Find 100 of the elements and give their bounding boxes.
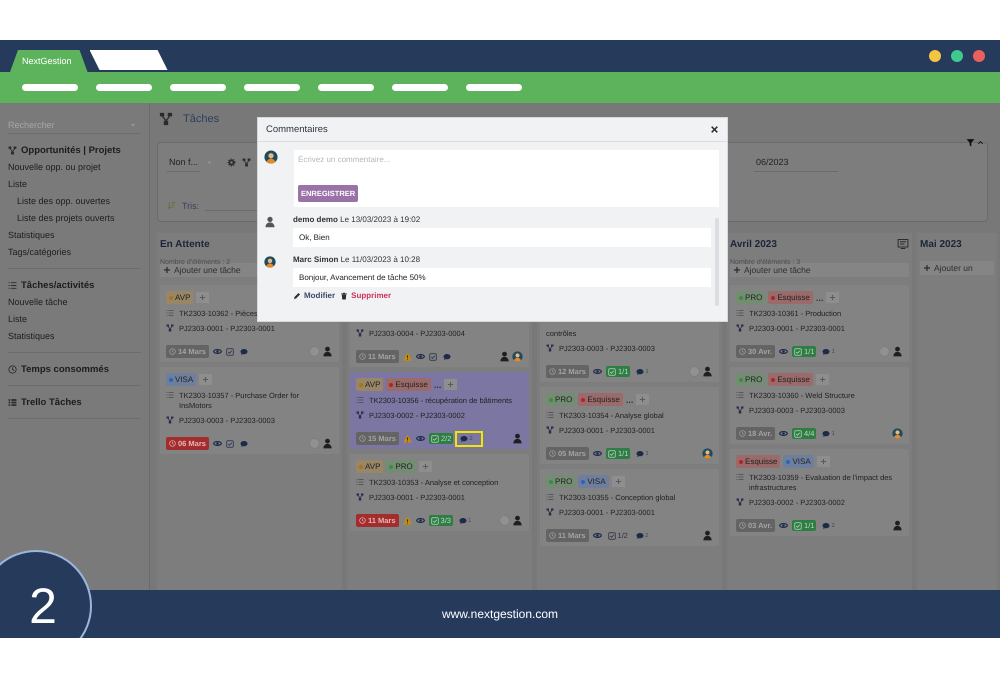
checkbox-icon[interactable]	[226, 440, 234, 448]
eye-icon[interactable]	[779, 521, 788, 530]
add-task-label[interactable]: Ajouter une tâche	[174, 265, 241, 275]
clock-icon	[169, 440, 176, 447]
network-icon	[166, 416, 174, 424]
avatar-icon[interactable]	[892, 428, 903, 439]
sidebar-item[interactable]: Tags/catégories	[8, 244, 141, 261]
edit-link[interactable]: Modifier	[304, 291, 336, 300]
sidebar-item[interactable]: Nouvelle opp. ou projet	[8, 159, 141, 176]
comment-author: Marc Simon Le 11/03/2023 à 10:28	[293, 255, 422, 264]
checkbox-icon[interactable]	[226, 348, 234, 356]
network-icon	[546, 508, 554, 516]
add-tag-button[interactable]	[816, 374, 829, 385]
network-icon[interactable]	[242, 158, 252, 167]
comment-icon[interactable]	[240, 440, 248, 448]
add-task-label[interactable]: Ajouter une tâche	[744, 265, 811, 275]
eye-icon[interactable]	[779, 347, 788, 356]
add-tag-button[interactable]	[444, 379, 458, 390]
user-icon[interactable]	[892, 346, 903, 357]
user-icon	[264, 216, 276, 228]
user-icon[interactable]	[512, 433, 523, 444]
eye-icon[interactable]	[416, 516, 425, 525]
menu-placeholder	[392, 84, 448, 91]
sidebar-item[interactable]: Liste des opp. ouvertes	[8, 193, 141, 210]
comment-icon[interactable]	[460, 434, 468, 442]
avatar-icon	[264, 256, 276, 268]
sidebar-item[interactable]: Statistiques	[8, 328, 141, 345]
browser-tab[interactable]: NextGestion	[10, 50, 88, 72]
filter-icon[interactable]	[966, 138, 975, 147]
eye-icon[interactable]	[592, 367, 602, 376]
user-icon[interactable]	[322, 438, 333, 449]
board-view-icon[interactable]	[897, 238, 909, 250]
add-tag-button[interactable]	[636, 394, 650, 405]
window-dot[interactable]	[951, 50, 963, 62]
checkbox-icon	[608, 450, 616, 458]
add-tag-button[interactable]	[612, 476, 625, 487]
comment-icon[interactable]	[636, 368, 644, 376]
user-icon[interactable]	[322, 346, 333, 357]
comment-icon[interactable]	[822, 348, 830, 356]
eye-icon[interactable]	[212, 439, 222, 448]
network-icon	[8, 146, 17, 155]
add-task-label[interactable]: Ajouter un	[934, 263, 973, 273]
eye-icon[interactable]	[779, 429, 788, 438]
comment-icon[interactable]	[458, 516, 467, 524]
comment-author: demo demo Le 13/03/2023 à 19:02	[293, 215, 422, 224]
eye-icon[interactable]	[416, 352, 425, 361]
user-icon[interactable]	[702, 530, 713, 541]
sidebar-item[interactable]: Liste	[8, 311, 141, 328]
caret-icon[interactable]	[977, 139, 984, 146]
eye-icon[interactable]	[592, 449, 602, 458]
section-title[interactable]: Trello Tâches	[21, 397, 82, 408]
page-title: Tâches	[183, 113, 220, 125]
eye-icon[interactable]	[592, 531, 602, 540]
settings-icon[interactable]	[227, 158, 236, 167]
section-title[interactable]: Temps consommés	[21, 364, 109, 375]
column-title: En Attente	[160, 238, 210, 250]
date-field[interactable]: 06/2023	[754, 153, 838, 172]
list-icon	[8, 281, 17, 290]
avatar-icon[interactable]	[512, 351, 523, 362]
comment-icon[interactable]	[240, 348, 248, 356]
plus-icon	[923, 264, 931, 272]
user-icon[interactable]	[702, 366, 713, 377]
comment-icon[interactable]	[442, 352, 451, 360]
window-dot[interactable]	[973, 50, 985, 62]
add-task-button[interactable]: Ajouter une tâche	[730, 263, 909, 277]
checkbox-icon	[608, 532, 616, 540]
menu-placeholder	[22, 84, 78, 91]
status-select[interactable]: Non f...	[167, 153, 200, 172]
checkbox-icon	[794, 348, 802, 356]
checkbox-icon	[430, 516, 439, 524]
sidebar-item[interactable]: Liste des projets ouverts	[8, 210, 141, 227]
add-tag-button[interactable]	[199, 374, 212, 385]
add-tag-button[interactable]	[816, 456, 830, 467]
comment-icon[interactable]	[822, 522, 830, 530]
add-task-button[interactable]: Ajouter un	[920, 261, 994, 275]
clock-icon	[549, 450, 556, 457]
avatar-icon[interactable]	[702, 448, 713, 459]
user-icon[interactable]	[512, 515, 523, 526]
list-icon	[546, 493, 554, 501]
close-icon[interactable]	[710, 125, 719, 134]
section-title[interactable]: Opportunités | Projets	[21, 145, 121, 156]
add-tag-button[interactable]	[826, 292, 840, 303]
add-tag-button[interactable]	[196, 292, 210, 303]
section-title[interactable]: Tâches/activités	[21, 280, 94, 291]
sidebar-item[interactable]: Statistiques	[8, 227, 141, 244]
checkbox-icon[interactable]	[428, 352, 437, 360]
comment-input[interactable]: Écrivez un commentaire...	[298, 155, 715, 164]
sidebar-item[interactable]: Nouvelle tâche	[8, 294, 141, 311]
eye-icon[interactable]	[212, 347, 222, 356]
delete-link[interactable]: Supprimer	[351, 291, 392, 300]
sidebar-item[interactable]: Liste	[8, 176, 141, 193]
window-dot[interactable]	[929, 50, 941, 62]
comment-icon[interactable]	[636, 532, 644, 540]
comment-icon[interactable]	[636, 450, 644, 458]
user-icon[interactable]	[499, 351, 510, 362]
add-tag-button[interactable]	[418, 461, 432, 472]
eye-icon[interactable]	[416, 434, 425, 443]
comment-icon[interactable]	[822, 430, 830, 438]
user-icon[interactable]	[892, 520, 903, 531]
plus-icon	[163, 266, 171, 274]
